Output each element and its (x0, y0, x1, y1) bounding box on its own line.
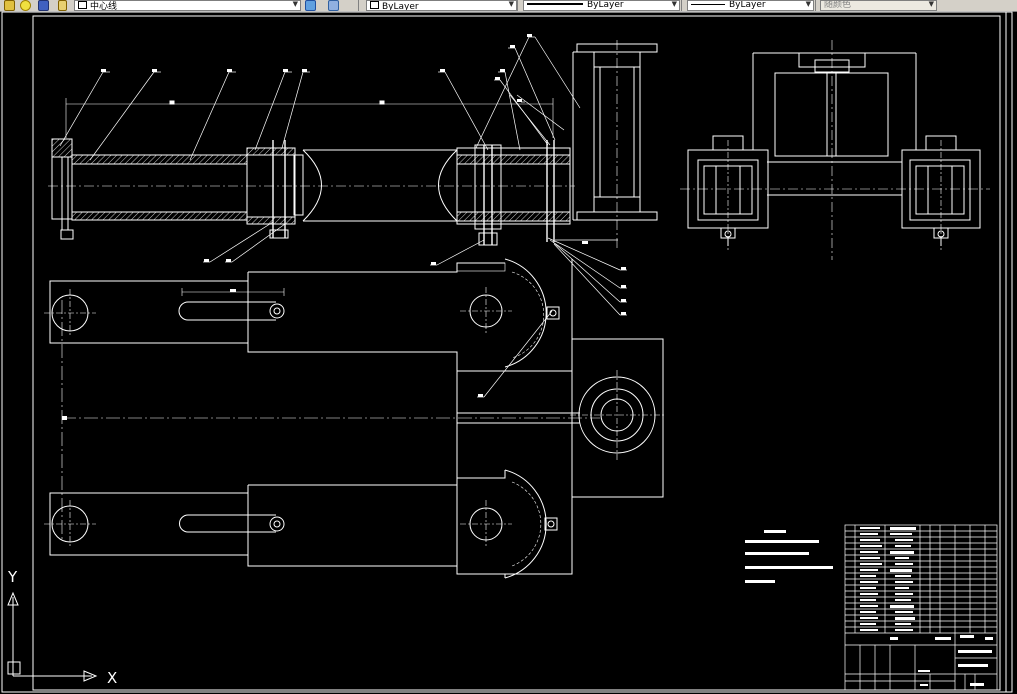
end-view (680, 40, 990, 260)
toolbar-separator (517, 0, 518, 11)
toolbar-separator (815, 0, 816, 11)
color-value: ByLayer (382, 2, 419, 11)
layer-states-icon[interactable] (328, 0, 339, 11)
linetype-value: ByLayer (587, 0, 624, 10)
linetype-sample (527, 3, 583, 5)
color-square-icon[interactable] (38, 0, 49, 11)
lineweight-value: ByLayer (729, 0, 766, 10)
layer-color-swatch (78, 1, 87, 9)
layer-previous-icon[interactable] (305, 0, 316, 11)
lineweight-sample (691, 4, 725, 5)
toolbar-separator (681, 0, 682, 11)
title-block-text-marks (860, 527, 993, 686)
layer-name: 中心线 (90, 2, 118, 11)
lock-icon[interactable] (58, 0, 67, 11)
layer-state-icon[interactable] (4, 0, 15, 11)
drawing-outer-frame (1, 11, 1013, 693)
linetype-dropdown[interactable]: ByLayer ▼ (523, 0, 680, 11)
ucs-icon: Y X (7, 568, 117, 687)
chevron-down-icon: ▼ (508, 0, 514, 8)
chevron-down-icon: ▼ (292, 0, 298, 8)
front-section-view (48, 98, 575, 246)
plotstyle-dropdown[interactable]: 随颜色 ▼ (820, 0, 937, 11)
model-space-canvas[interactable]: Y X (0, 11, 1017, 694)
layer-dropdown[interactable]: 中心线 ▼ (74, 0, 301, 11)
color-dropdown[interactable]: ByLayer ▼ (366, 0, 517, 11)
technical-notes (745, 530, 833, 583)
chevron-down-icon: ▼ (671, 0, 677, 8)
toolbar-separator (358, 0, 359, 11)
chevron-down-icon: ▼ (928, 0, 934, 8)
color-swatch (370, 1, 379, 9)
ucs-x-label: X (107, 669, 117, 687)
plan-view (44, 258, 665, 579)
ucs-y-label: Y (7, 568, 18, 586)
chevron-down-icon: ▼ (805, 0, 811, 8)
sun-icon[interactable] (20, 0, 31, 11)
roller-side-view (572, 40, 658, 250)
plotstyle-value: 随颜色 (824, 0, 852, 10)
lineweight-dropdown[interactable]: ByLayer ▼ (687, 0, 814, 11)
